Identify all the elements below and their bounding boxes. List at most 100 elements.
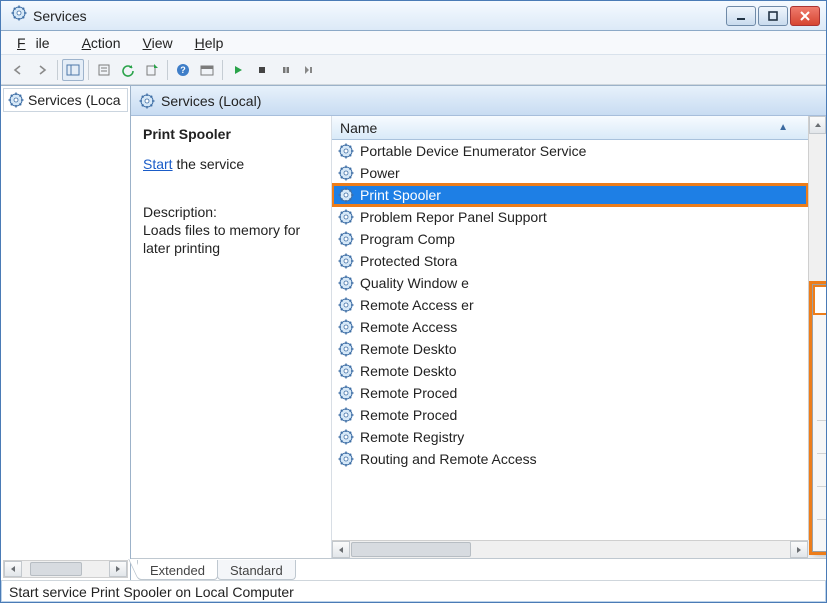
service-row[interactable]: Remote Proced (332, 382, 808, 404)
service-icon (338, 209, 354, 225)
stop-service-button[interactable] (251, 59, 273, 81)
maximize-button[interactable] (758, 6, 788, 26)
ctx-help[interactable]: Help (815, 523, 826, 549)
service-icon (338, 275, 354, 291)
description-text: Loads files to memory for later printing (143, 222, 313, 257)
start-service-line: Start the service (143, 156, 321, 172)
start-service-link[interactable]: Start (143, 156, 173, 172)
toolbar-separator (167, 60, 168, 80)
service-name-label: Quality Window e (360, 275, 469, 291)
ctx-properties[interactable]: Properties (815, 490, 826, 516)
tree-horizontal-scrollbar[interactable] (3, 560, 128, 578)
service-row[interactable]: Power (332, 162, 808, 184)
toolbar: ? (1, 55, 826, 85)
service-name-label: Protected Stora (360, 253, 457, 269)
service-row[interactable]: Problem Repor Panel Support (332, 206, 808, 228)
close-button[interactable] (790, 6, 820, 26)
services-window: Services File Action View Help (0, 0, 827, 603)
service-icon (338, 297, 354, 313)
service-name-label: Print Spooler (360, 187, 441, 203)
service-name-label: Remote Registry (360, 429, 464, 445)
nav-forward-button[interactable] (31, 59, 53, 81)
export-list-button[interactable] (141, 59, 163, 81)
service-icon (338, 319, 354, 335)
menu-view[interactable]: View (133, 33, 183, 53)
main-area: Services (Loca Services (Local) Print Sp… (1, 85, 826, 580)
menu-help[interactable]: Help (185, 33, 234, 53)
toolbar-separator (222, 60, 223, 80)
console-tree-toggle-button[interactable] (62, 59, 84, 81)
minimize-button[interactable] (726, 6, 756, 26)
status-bar: Start service Print Spooler on Local Com… (1, 580, 826, 602)
nav-back-button[interactable] (7, 59, 29, 81)
services-list: Name ▲ Portable Device Enumerator Servic… (331, 116, 826, 558)
service-icon (338, 231, 354, 247)
list-horizontal-scrollbar[interactable] (332, 540, 808, 558)
scroll-right-arrow-icon[interactable] (109, 561, 127, 577)
service-name-label: Remote Proced (360, 385, 457, 401)
service-row[interactable]: Print Spooler (332, 184, 808, 206)
service-icon (338, 385, 354, 401)
scroll-up-arrow-icon[interactable] (809, 116, 826, 134)
window-title: Services (33, 8, 726, 24)
service-row[interactable]: Program Comp (332, 228, 808, 250)
menubar: File Action View Help (1, 31, 826, 55)
column-header-name[interactable]: Name ▲ (332, 116, 826, 140)
scroll-left-arrow-icon[interactable] (4, 561, 22, 577)
service-icon (338, 363, 354, 379)
service-row[interactable]: Portable Device Enumerator Service (332, 140, 808, 162)
service-name-label: Program Comp (360, 231, 455, 247)
help-button[interactable]: ? (172, 59, 194, 81)
description-label: Description: (143, 204, 321, 220)
service-icon (338, 407, 354, 423)
ctx-refresh[interactable]: Refresh (815, 457, 826, 483)
restart-service-button[interactable] (299, 59, 321, 81)
ctx-stop: Stop (815, 313, 826, 339)
menu-action[interactable]: Action (72, 33, 131, 53)
properties-button[interactable] (93, 59, 115, 81)
ctx-start[interactable]: Start (815, 287, 826, 313)
service-row[interactable]: Remote Deskto (332, 360, 808, 382)
show-hide-action-pane-button[interactable] (196, 59, 218, 81)
service-row[interactable]: Remote Registry (332, 426, 808, 448)
tree-root-label: Services (Loca (28, 92, 121, 108)
service-name-label: Remote Access er (360, 297, 474, 313)
ctx-all-tasks[interactable]: All Tasks ▶ (815, 424, 826, 450)
tree-root-services-local[interactable]: Services (Loca (3, 88, 128, 112)
service-name-label: Remote Proced (360, 407, 457, 423)
toolbar-separator (57, 60, 58, 80)
tab-extended[interactable]: Extended (137, 560, 218, 580)
service-icon (338, 429, 354, 445)
scroll-left-arrow-icon[interactable] (332, 541, 350, 558)
ctx-restart: Restart (815, 391, 826, 417)
scrollbar-thumb[interactable] (30, 562, 82, 576)
service-row[interactable]: Quality Window e (332, 272, 808, 294)
ctx-pause: Pause (815, 339, 826, 365)
window-controls (726, 6, 820, 26)
tab-standard[interactable]: Standard (217, 560, 296, 580)
menu-file[interactable]: File (7, 33, 70, 53)
service-name-label: Problem Repor Panel Support (360, 209, 547, 225)
service-row[interactable]: Protected Stora (332, 250, 808, 272)
scrollbar-thumb[interactable] (351, 542, 471, 557)
console-tree-pane: Services (Loca (1, 86, 131, 580)
status-text: Start service Print Spooler on Local Com… (9, 584, 294, 600)
ctx-separator (817, 420, 826, 421)
service-name-label: Portable Device Enumerator Service (360, 143, 586, 159)
start-service-suffix: the service (173, 156, 245, 172)
refresh-button[interactable] (117, 59, 139, 81)
scroll-right-arrow-icon[interactable] (790, 541, 808, 558)
detail-header: Services (Local) (131, 86, 826, 116)
service-row[interactable]: Remote Access er (332, 294, 808, 316)
service-icon (338, 143, 354, 159)
service-row[interactable]: Routing and Remote Access (332, 448, 808, 470)
service-row[interactable]: Remote Access (332, 316, 808, 338)
pause-service-button[interactable] (275, 59, 297, 81)
service-row[interactable]: Remote Proced (332, 404, 808, 426)
service-name-label: Routing and Remote Access (360, 451, 537, 467)
ctx-separator (817, 453, 826, 454)
service-name-label: Power (360, 165, 400, 181)
start-service-button[interactable] (227, 59, 249, 81)
column-header-name-label: Name (340, 120, 377, 136)
service-row[interactable]: Remote Deskto (332, 338, 808, 360)
